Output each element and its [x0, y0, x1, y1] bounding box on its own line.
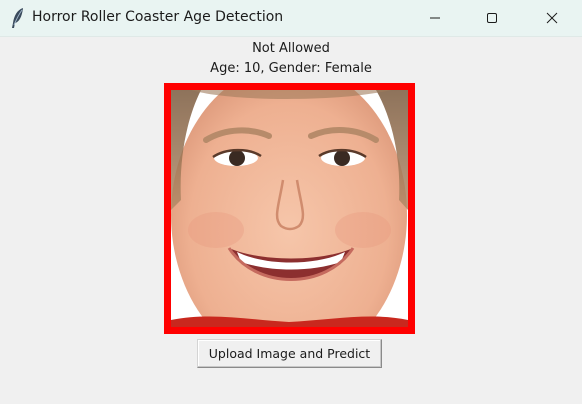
maximize-button[interactable] [469, 0, 515, 36]
maximize-icon [487, 13, 497, 23]
face-photo-illustration [171, 90, 408, 327]
window-title: Horror Roller Coaster Age Detection [32, 9, 284, 25]
feather-icon [9, 7, 27, 29]
app-window: Horror Roller Coaster Age Detection Not … [0, 0, 582, 404]
face-photo [164, 83, 415, 334]
title-bar[interactable]: Horror Roller Coaster Age Detection [0, 0, 582, 37]
upload-predict-button[interactable]: Upload Image and Predict [197, 339, 382, 368]
minimize-icon [430, 17, 440, 19]
close-button[interactable] [529, 0, 575, 36]
result-details: Age: 10, Gender: Female [210, 61, 372, 76]
result-status: Not Allowed [252, 41, 330, 56]
minimize-button[interactable] [412, 0, 458, 36]
close-icon [546, 12, 558, 24]
